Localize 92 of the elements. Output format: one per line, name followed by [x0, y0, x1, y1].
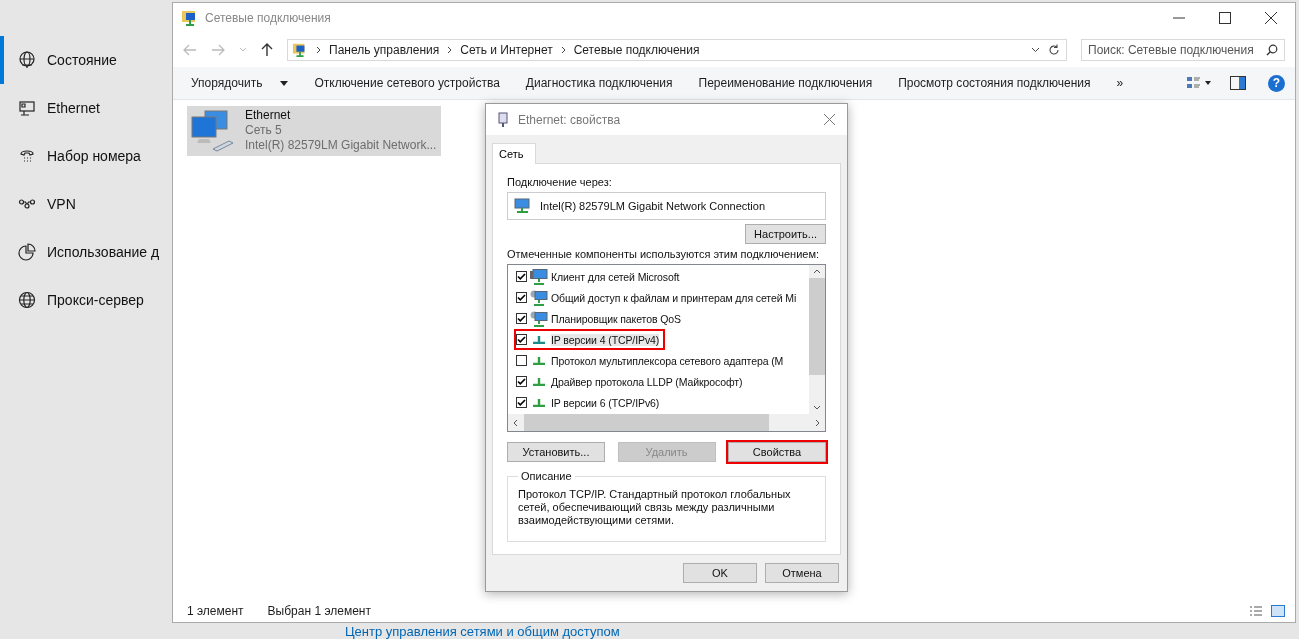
component-row[interactable]: Протокол мультиплексора сетевого адаптера (М [514, 350, 790, 371]
configure-button[interactable]: Настроить... [745, 224, 826, 244]
preview-pane-icon[interactable] [1230, 76, 1246, 90]
dialog-button[interactable]: OK [683, 563, 757, 583]
component-row[interactable]: Общий доступ к файлам и принтерам для сетей Mi [514, 287, 803, 308]
close-icon[interactable] [1265, 12, 1277, 24]
component-name: Планировщик пакетов QoS [551, 312, 681, 325]
component-row[interactable]: IP версии 4 (TCP/IPv4) [514, 329, 666, 350]
scroll-up-icon[interactable] [813, 269, 821, 274]
component-name: Протокол мультиплексора сетевого адаптера (М [551, 354, 784, 367]
view-options-icon[interactable] [1186, 76, 1212, 90]
breadcrumb[interactable]: Панель управления [329, 43, 440, 57]
component-action-button[interactable]: Свойства [728, 442, 826, 462]
status-text: 1 элемент [187, 604, 244, 618]
description-title: Описание [520, 470, 573, 482]
component-name: Общий доступ к файлам и принтерам для сетей Mi [551, 291, 797, 304]
toolbar-button[interactable]: Упорядочить [181, 72, 299, 94]
ethernet-icon [18, 99, 36, 117]
data-usage-icon [18, 243, 36, 261]
settings-nav-item[interactable]: Набор номера [0, 132, 141, 180]
settings-nav-item[interactable]: VPN [0, 180, 76, 228]
description-text: Протокол TCP/IP. Стандартный протокол глобальных сетей, обеспечивающий связь между различными взаимодействующими сетями. [518, 488, 792, 527]
network-adapter-icon [514, 198, 532, 214]
refresh-icon[interactable] [1048, 44, 1060, 56]
scroll-left-icon[interactable] [513, 418, 518, 427]
proxy-icon [18, 291, 36, 309]
component-row[interactable]: Драйвер протокола LLDP (Майкрософт) [514, 371, 749, 392]
service-icon [530, 289, 548, 306]
checkbox[interactable] [516, 292, 527, 303]
vertical-scrollbar[interactable] [809, 265, 825, 414]
breadcrumb-chevron-icon [316, 46, 321, 54]
dialog-title: Ethernet: свойства [518, 112, 621, 127]
maximize-icon[interactable] [1219, 12, 1231, 24]
toolbar-button[interactable]: Переименование подключения [688, 72, 883, 94]
status-text: Выбран 1 элемент [267, 604, 371, 618]
settings-nav-item[interactable]: Ethernet [0, 84, 100, 132]
up-arrow-icon[interactable] [261, 43, 273, 57]
service-icon [530, 310, 548, 327]
checkbox[interactable] [516, 271, 527, 282]
large-icons-view-icon[interactable] [1271, 605, 1285, 617]
connection-name: Ethernet [245, 108, 292, 123]
adapter-name: Intel(R) 82579LM Gigabit Network Connection [540, 200, 765, 212]
component-name: IP версии 4 (TCP/IPv4) [551, 333, 660, 346]
search-field[interactable]: Поиск: Сетевые подключения [1081, 39, 1285, 61]
more-commands-button[interactable]: » [1106, 72, 1134, 94]
search-icon [1266, 44, 1278, 56]
status-icon [18, 51, 36, 69]
breadcrumb[interactable]: Сетевые подключения [573, 43, 700, 57]
protocol-icon [532, 356, 546, 365]
checkbox[interactable] [516, 334, 527, 345]
adapter-name: Intel(R) 82579LM Gigabit Network... [245, 138, 437, 153]
protocol-icon [532, 335, 546, 344]
scroll-down-icon[interactable] [813, 405, 821, 410]
toolbar-button[interactable]: Диагностика подключения [515, 72, 683, 94]
horizontal-scrollbar[interactable] [508, 414, 825, 431]
protocol-icon [532, 377, 546, 386]
chevron-down-icon[interactable] [1031, 47, 1040, 53]
component-name: Клиент для сетей Microsoft [551, 270, 680, 283]
settings-nav-item[interactable]: Использование д [0, 228, 160, 276]
tab[interactable]: Сеть [492, 143, 537, 164]
dial-up-icon [18, 147, 36, 165]
scroll-right-icon[interactable] [815, 418, 820, 427]
caret-icon [280, 80, 289, 86]
checkbox[interactable] [516, 376, 527, 387]
component-row[interactable]: IP версии 6 (TCP/IPv6) [514, 392, 666, 413]
help-button[interactable]: ? [1268, 74, 1285, 92]
settings-nav-item[interactable]: Состояние [0, 36, 117, 84]
component-name: Драйвер протокола LLDP (Майкрософт) [551, 375, 743, 388]
component-row[interactable]: Клиент для сетей Microsoft [514, 266, 686, 287]
toolbar-button[interactable]: Просмотр состояния подключения [888, 72, 1101, 94]
client-icon [530, 268, 548, 285]
breadcrumb-chevron-icon [447, 46, 453, 54]
dialog-button[interactable]: Отмена [765, 563, 839, 583]
connect-using-label: Подключение через: [507, 176, 613, 188]
connection-item[interactable]: Ethernet Сеть 5 Intel(R) 82579LM Gigabit Network... [187, 106, 441, 156]
checkbox[interactable] [516, 355, 527, 366]
settings-nav-item[interactable]: Прокси-сервер [0, 276, 144, 324]
breadcrumb-chevron-icon [560, 46, 566, 54]
component-name: IP версии 6 (TCP/IPv6) [551, 396, 660, 409]
checkbox[interactable] [516, 397, 527, 408]
component-row[interactable]: Планировщик пакетов QoS [514, 308, 687, 329]
checkbox[interactable] [516, 313, 527, 324]
components-label: Отмеченные компоненты используются этим подключением: [507, 248, 821, 260]
network-name: Сеть 5 [245, 123, 283, 138]
component-action-button[interactable]: Установить... [507, 442, 605, 462]
window-title: Сетевые подключения [205, 11, 331, 25]
address-bar[interactable]: Панель управления Сеть и Интернет Сетевые подключения [287, 39, 1067, 61]
toolbar-button[interactable]: Отключение сетевого устройства [304, 72, 510, 94]
network-adapter-icon [498, 111, 508, 128]
breadcrumb[interactable]: Сеть и Интернет [460, 43, 553, 57]
network-center-link[interactable]: Центр управления сетями и общим доступом [345, 624, 620, 639]
protocol-icon [532, 398, 546, 407]
